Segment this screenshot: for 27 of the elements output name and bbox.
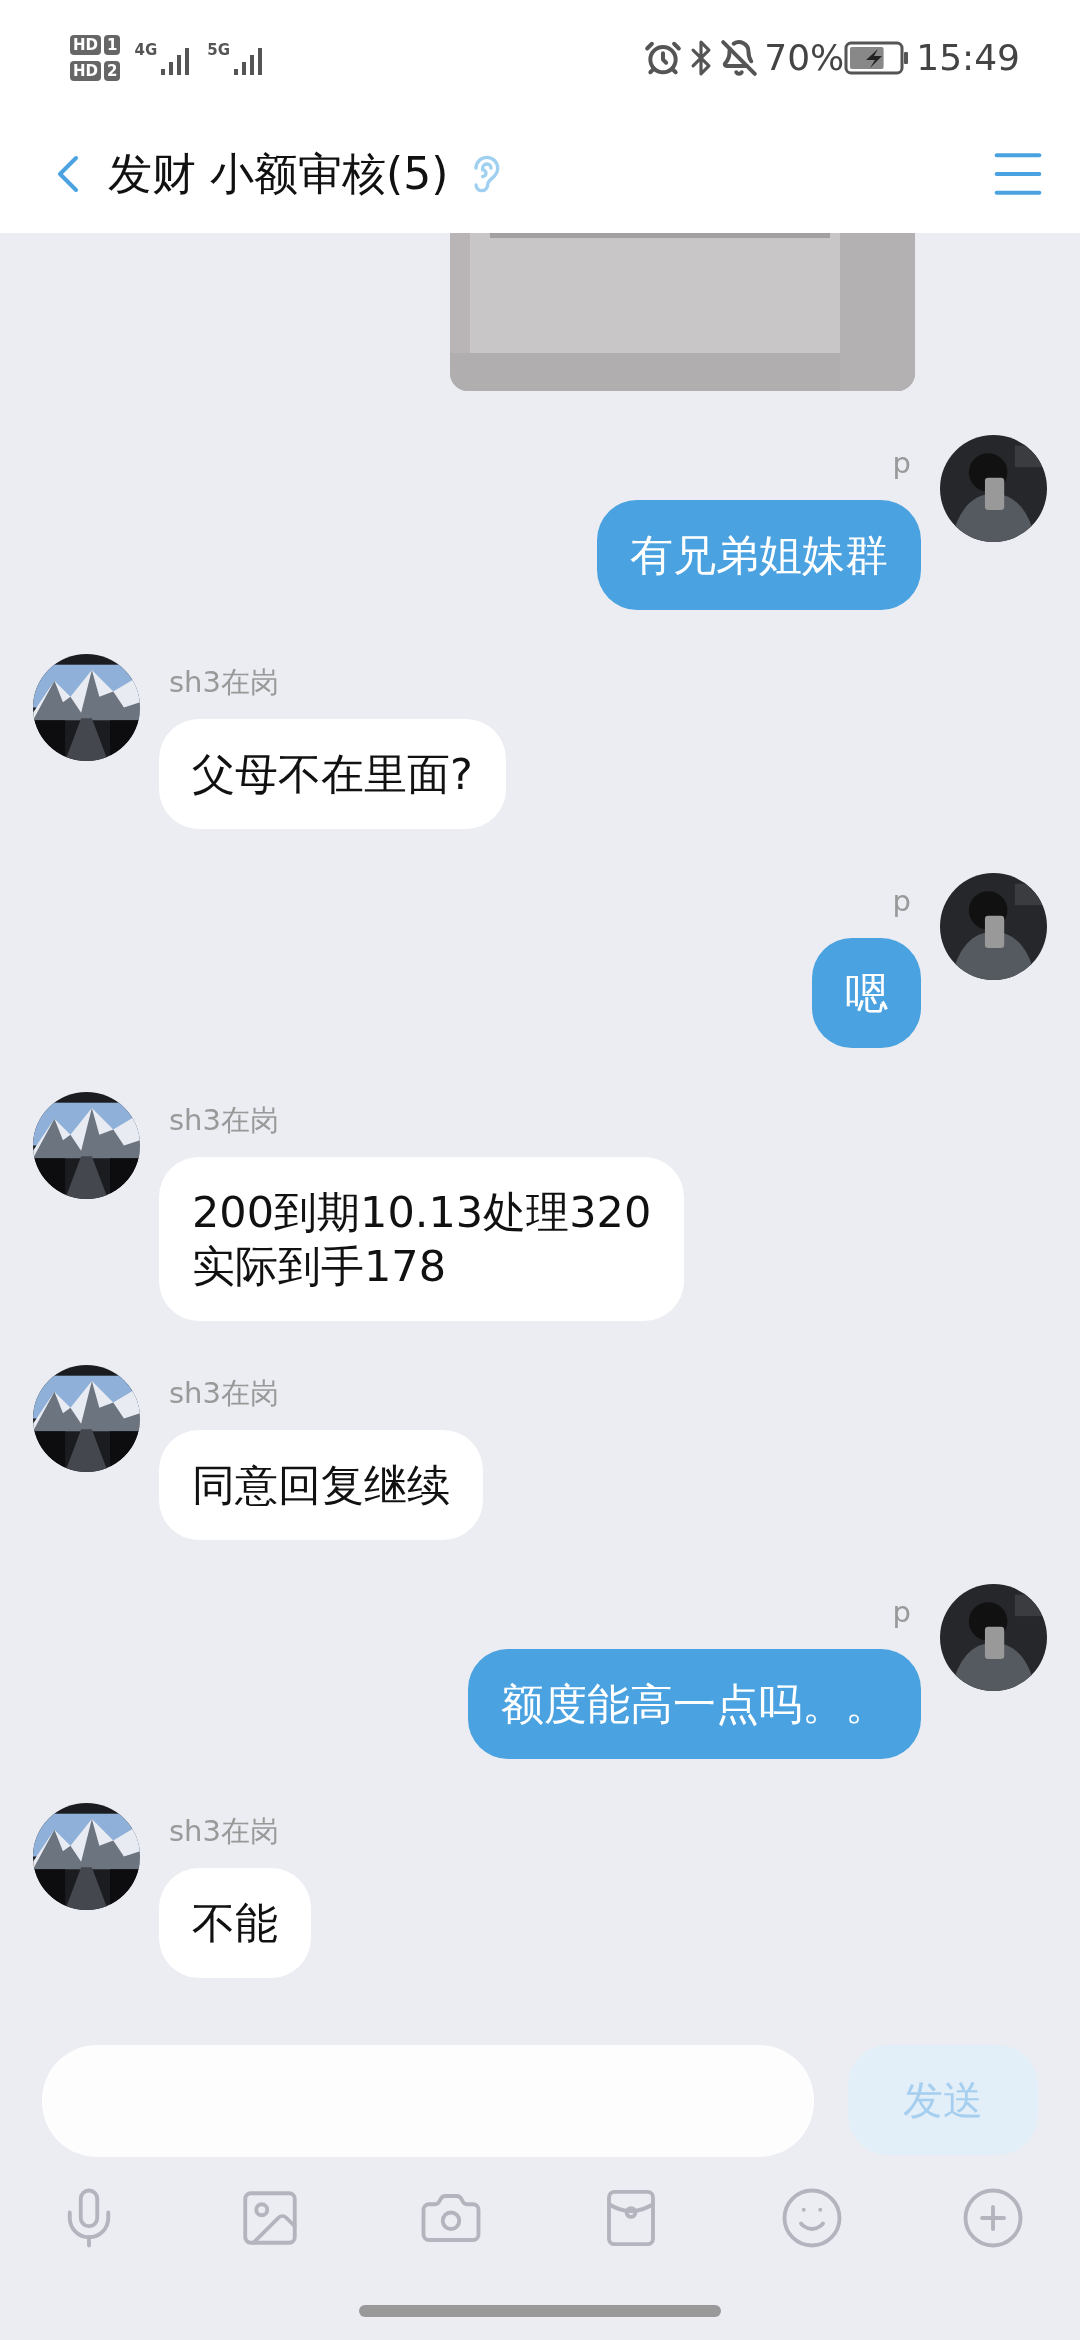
sender-name: p — [891, 445, 912, 482]
message-bubble: 嗯 — [812, 938, 921, 1048]
sender-name: sh3在岗 — [168, 664, 280, 701]
sim-slot: 2 — [104, 60, 121, 81]
mute-icon — [720, 38, 759, 77]
message-bubble: 不能 — [159, 1868, 311, 1978]
sim-slot: 1 — [104, 34, 121, 55]
clock-time: 15:49 — [916, 37, 1020, 78]
sender-name: sh3在岗 — [168, 1375, 280, 1412]
sender-name: p — [891, 1594, 912, 1631]
sender-name: p — [891, 883, 912, 920]
message-bubble: 有兄弟姐妹群 — [597, 500, 921, 610]
send-button[interactable]: 发送 — [848, 2045, 1038, 2155]
message-bubble: 同意回复继续 — [159, 1430, 483, 1540]
message-bubble: 父母不在里面? — [159, 719, 506, 829]
home-indicator[interactable] — [359, 2305, 721, 2317]
sim-tag: HD — [70, 60, 101, 81]
battery-icon — [844, 40, 911, 75]
chat-title: 发财 小额审核(5) — [108, 146, 449, 201]
message-bubble: 额度能高一点吗。。 — [468, 1649, 921, 1759]
battery-percent: 70% — [764, 37, 845, 78]
network-type: 5G — [207, 40, 230, 59]
sim-tag: HD — [70, 34, 101, 55]
network-type: 4G — [134, 40, 158, 59]
sender-name: sh3在岗 — [168, 1102, 280, 1139]
sender-name: sh3在岗 — [168, 1813, 280, 1850]
message-bubble: 200到期10.13处理320 实际到手178 — [159, 1157, 685, 1321]
